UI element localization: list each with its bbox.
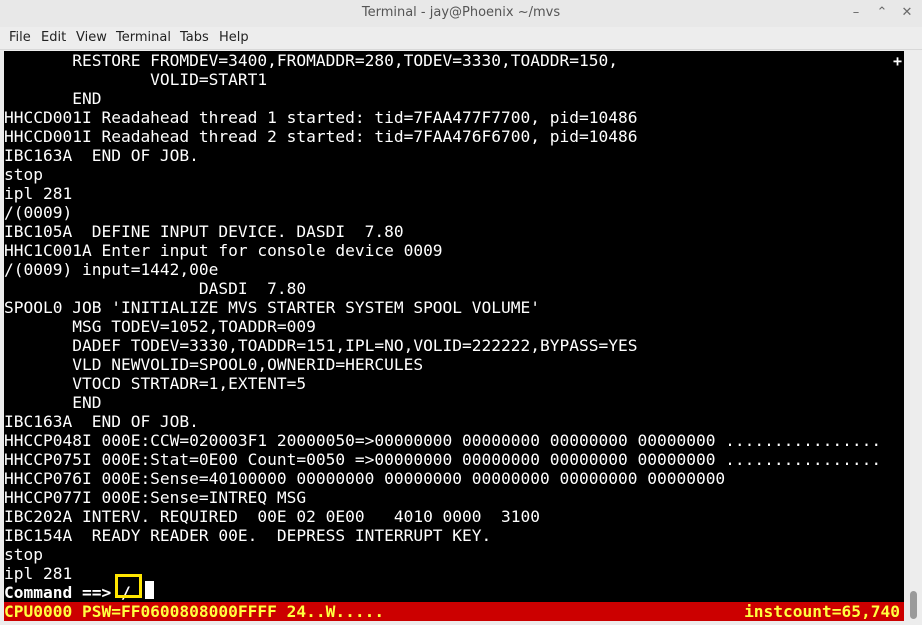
menu-help[interactable]: Help [219, 30, 249, 45]
status-instcount: instcount=65,740 [744, 602, 900, 621]
terminal-line: VTOCD STRTADR=1,EXTENT=5 [4, 374, 307, 393]
command-prompt: Command ==> [4, 583, 121, 602]
status-psw: CPU0000 PSW=FF0600808000FFFF 24..W..... [4, 602, 385, 621]
menu-file[interactable]: File [9, 30, 31, 45]
terminal-line: RESTORE FROMDEV=3400,FROMADDR=280,TODEV=… [4, 51, 618, 70]
terminal-line: VLD NEWVOLID=SPOOL0,OWNERID=HERCULES [4, 355, 424, 374]
menu-edit[interactable]: Edit [41, 30, 66, 45]
terminal-line: IBC163A END OF JOB. [4, 412, 199, 431]
terminal-line: IBC202A INTERV. REQUIRED 00E 02 0E00 401… [4, 507, 541, 526]
command-highlight [115, 574, 142, 598]
terminal-line: HHCCP075I 000E:Stat=0E00 Count=0050 =>00… [4, 450, 882, 469]
scroll-thumb[interactable] [910, 591, 917, 619]
terminal-line: ipl 281 [4, 184, 73, 203]
menu-terminal[interactable]: Terminal [116, 30, 171, 45]
terminal-line: HHCCD001I Readahead thread 2 started: ti… [4, 127, 638, 146]
window-title: Terminal - jay@Phoenix ~/mvs [361, 5, 561, 20]
maximize-icon[interactable]: ⌃ [874, 5, 890, 21]
terminal-line: DASDI 7.80 [4, 279, 307, 298]
command-line[interactable]: Command ==> / [4, 583, 131, 602]
menu-view[interactable]: View [76, 30, 107, 45]
terminal-line: IBC105A DEFINE INPUT DEVICE. DASDI 7.80 [4, 222, 404, 241]
terminal-line: VOLID=START1 [4, 70, 268, 89]
close-icon[interactable]: ✕ [899, 5, 915, 21]
menu-bar: File Edit View Terminal Tabs Help [0, 27, 922, 50]
status-bar: CPU0000 PSW=FF0600808000FFFF 24..W..... … [4, 602, 904, 621]
menu-tabs[interactable]: Tabs [180, 30, 209, 45]
minimize-icon[interactable]: – [848, 5, 864, 21]
scrollback-marker: + [892, 52, 902, 70]
terminal-line: HHCCD001I Readahead thread 1 started: ti… [4, 108, 638, 127]
terminal-line: IBC154A READY READER 00E. DEPRESS INTERR… [4, 526, 492, 545]
terminal-line: END [4, 89, 102, 108]
title-bar[interactable]: Terminal - jay@Phoenix ~/mvs – ⌃ ✕ [0, 0, 922, 28]
terminal-line: HHCCP048I 000E:CCW=020003F1 20000050=>00… [4, 431, 882, 450]
terminal-scrollbar[interactable] [905, 51, 922, 625]
terminal-line: /(0009) [4, 203, 73, 222]
terminal-line: stop [4, 545, 43, 564]
terminal-output[interactable]: + RESTORE FROMDEV=3400,FROMADDR=280,TODE… [4, 51, 904, 621]
terminal-line: SPOOL0 JOB 'INITIALIZE MVS STARTER SYSTE… [4, 298, 541, 317]
text-cursor [145, 581, 154, 599]
terminal-line: END [4, 393, 102, 412]
terminal-line: /(0009) input=1442,00e [4, 260, 219, 279]
terminal-line: HHCCP076I 000E:Sense=40100000 00000000 0… [4, 469, 726, 488]
terminal-line: HHCCP077I 000E:Sense=INTREQ MSG [4, 488, 307, 507]
terminal-window: Terminal - jay@Phoenix ~/mvs – ⌃ ✕ File … [0, 0, 922, 625]
terminal-line: HHC1C001A Enter input for console device… [4, 241, 443, 260]
terminal-line: IBC163A END OF JOB. [4, 146, 199, 165]
terminal-line: ipl 281 [4, 564, 73, 583]
terminal-line: stop [4, 165, 43, 184]
terminal-line: DADEF TODEV=3330,TOADDR=151,IPL=NO,VOLID… [4, 336, 638, 355]
terminal-line: MSG TODEV=1052,TOADDR=009 [4, 317, 316, 336]
